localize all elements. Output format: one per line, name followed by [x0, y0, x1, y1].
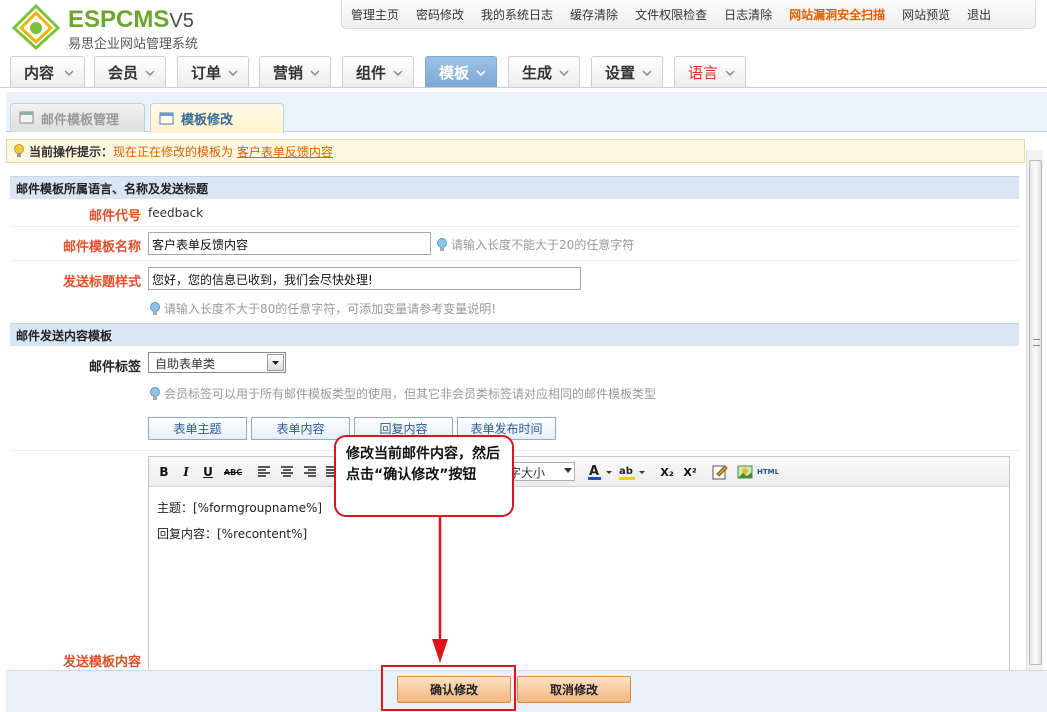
- lightbulb-icon: [150, 301, 160, 315]
- edit-icon[interactable]: [712, 464, 728, 480]
- nav-divider: [0, 87, 1047, 88]
- chevron-down-icon: [267, 354, 284, 371]
- annotation-highlight-box: [381, 665, 516, 711]
- main-nav: 内容 会员 订单 营销 组件 模板 生成 设置 语言: [0, 56, 1047, 88]
- editor-line: 主题：[%formgroupname%]: [157, 501, 323, 515]
- highlight-color-icon[interactable]: ab: [618, 463, 648, 481]
- chevron-down-icon: [642, 70, 652, 77]
- chevron-down-icon: [564, 468, 572, 473]
- strike-button[interactable]: ABC: [223, 464, 243, 480]
- nav-member[interactable]: 会员: [94, 56, 166, 87]
- mail-tag-select[interactable]: 自助表单类: [148, 352, 286, 373]
- window-icon: [19, 111, 34, 124]
- chevron-down-icon: [145, 70, 155, 77]
- nav-generate[interactable]: 生成: [508, 56, 580, 87]
- row-divider: [10, 450, 1019, 451]
- window-icon: [159, 112, 174, 124]
- svg-text:A: A: [589, 464, 599, 479]
- page: ESPCMSV5 易思企业网站管理系统 管理主页 密码修改 我的系统日志 缓存清…: [0, 0, 1047, 712]
- hint-label: 当前操作提示：: [29, 144, 114, 159]
- operation-hint: 当前操作提示： 现在正在修改的模板为 客户表单反馈内容: [6, 139, 1025, 163]
- logo-mark-icon: [11, 4, 61, 50]
- mail-tag-tip: 会员标签可以用于所有邮件模板类型的使用，但其它非会员类标签请对应相同的邮件模板类…: [149, 385, 656, 402]
- tag-button-form-content[interactable]: 表单内容: [251, 417, 350, 440]
- link-password[interactable]: 密码修改: [416, 6, 464, 23]
- subscript-button[interactable]: X₂: [659, 464, 675, 480]
- lightbulb-icon: [437, 237, 447, 251]
- nav-template[interactable]: 模板: [425, 56, 497, 87]
- chevron-down-icon: [476, 70, 486, 77]
- logo-subtitle: 易思企业网站管理系统: [68, 37, 199, 52]
- nav-order[interactable]: 订单: [177, 56, 249, 87]
- link-my-log[interactable]: 我的系统日志: [481, 6, 553, 23]
- header: ESPCMSV5 易思企业网站管理系统 管理主页 密码修改 我的系统日志 缓存清…: [0, 0, 1047, 56]
- tab-template-edit[interactable]: 模板修改: [150, 103, 284, 133]
- align-right-icon[interactable]: [303, 465, 317, 479]
- label-mail-code: 邮件代号: [88, 209, 141, 224]
- top-links-bar: 管理主页 密码修改 我的系统日志 缓存清除 文件权限检查 日志清除 网站漏洞安全…: [341, 0, 1036, 29]
- lightbulb-icon: [14, 144, 24, 157]
- image-icon[interactable]: [737, 464, 753, 480]
- html-source-button[interactable]: HTML: [757, 464, 779, 480]
- label-send-content: 发送模板内容: [62, 655, 141, 670]
- tab-template-manage[interactable]: 邮件模板管理: [10, 103, 145, 132]
- nav-marketing[interactable]: 营销: [259, 56, 331, 87]
- link-logout[interactable]: 退出: [967, 6, 991, 23]
- template-name-tip: 请输入长度不能大于20的任意字符: [436, 236, 634, 253]
- underline-button[interactable]: U: [201, 464, 215, 480]
- svg-text:ab: ab: [619, 466, 633, 477]
- cancel-button[interactable]: 取消修改: [517, 676, 631, 703]
- section-header-content: 邮件发送内容模板: [10, 323, 1019, 346]
- chevron-down-icon: [393, 70, 403, 77]
- link-clear-log[interactable]: 日志清除: [724, 6, 772, 23]
- logo-title: ESPCMSV5: [68, 6, 194, 33]
- row-divider: [10, 226, 1019, 227]
- lightbulb-icon: [150, 386, 160, 400]
- bold-button[interactable]: B: [157, 464, 171, 480]
- chevron-down-icon: [310, 70, 320, 77]
- grip-icon: [1033, 339, 1040, 346]
- subject-input[interactable]: 您好，您的信息已收到，我们会尽快处理!: [148, 267, 581, 290]
- font-color-icon[interactable]: A: [587, 463, 615, 481]
- align-center-icon[interactable]: [280, 465, 294, 479]
- chevron-down-icon: [228, 70, 238, 77]
- mail-code-value: feedback: [148, 206, 204, 220]
- nav-content[interactable]: 内容: [10, 56, 85, 87]
- link-security-scan[interactable]: 网站漏洞安全扫描: [789, 6, 885, 23]
- chevron-down-icon: [725, 70, 735, 77]
- align-left-icon[interactable]: [257, 465, 271, 479]
- nav-language[interactable]: 语言: [674, 56, 746, 87]
- hint-message: 现在正在修改的模板为 客户表单反馈内容: [113, 144, 333, 159]
- label-mail-tag: 邮件标签: [88, 360, 141, 375]
- nav-settings[interactable]: 设置: [591, 56, 663, 87]
- row-divider: [10, 260, 1019, 261]
- scrollbar-thumb[interactable]: [1029, 160, 1042, 665]
- label-subject-style: 发送标题样式: [62, 275, 141, 290]
- font-size-select[interactable]: 字大小: [505, 462, 575, 481]
- link-preview[interactable]: 网站预览: [902, 6, 950, 23]
- chevron-down-icon: [559, 70, 569, 77]
- section-header-basic: 邮件模板所属语言、名称及发送标题: [10, 176, 1019, 199]
- italic-button[interactable]: I: [179, 464, 193, 480]
- label-template-name: 邮件模板名称: [62, 240, 141, 255]
- subject-tip: 请输入长度不大于80的任意字符，可添加变量请参考变量说明!: [149, 300, 496, 317]
- editor-content[interactable]: 主题：[%formgroupname%] 回复内容：[%recontent%]: [157, 495, 322, 547]
- link-clear-cache[interactable]: 缓存清除: [570, 6, 618, 23]
- logo: ESPCMSV5 易思企业网站管理系统: [8, 4, 228, 54]
- superscript-button[interactable]: X²: [682, 464, 698, 480]
- rich-text-editor[interactable]: B I U ABC 字大小 A ab X₂ X² HTML 主题：[%formg…: [148, 456, 1010, 672]
- annotation-arrow-icon: [432, 517, 448, 663]
- annotation-callout: 修改当前邮件内容，然后点击“确认修改”按钮: [334, 435, 514, 517]
- editor-line: 回复内容：[%recontent%]: [157, 527, 308, 541]
- template-name-input[interactable]: 客户表单反馈内容: [148, 232, 431, 255]
- scrollbar[interactable]: [1026, 150, 1043, 670]
- editor-toolbar: B I U ABC 字大小 A ab X₂ X² HTML: [149, 457, 1009, 487]
- link-admin-home[interactable]: 管理主页: [351, 6, 399, 23]
- chevron-down-icon: [64, 70, 74, 77]
- tag-button-form-subject[interactable]: 表单主题: [148, 417, 247, 440]
- nav-component[interactable]: 组件: [342, 56, 414, 87]
- link-file-perm[interactable]: 文件权限检查: [635, 6, 707, 23]
